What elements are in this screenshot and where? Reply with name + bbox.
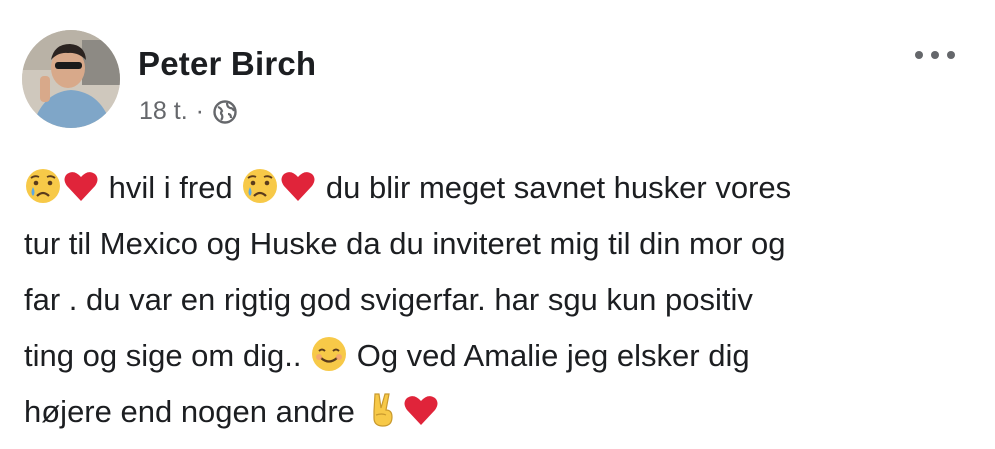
- post-text-segment: hvil i fred: [108, 170, 233, 205]
- more-options-button[interactable]: [910, 40, 960, 70]
- post-line-4: ting og sige om dig.. Og ved Amalie jeg …: [24, 328, 974, 384]
- post-text-segment: du blir meget savnet husker vores: [325, 170, 792, 205]
- avatar[interactable]: [22, 30, 120, 128]
- author-name[interactable]: Peter Birch: [138, 45, 316, 83]
- crying-face-emoji: [241, 167, 279, 205]
- red-heart-emoji: [402, 391, 440, 429]
- post-line-1: hvil i fred du blir meget savnet husker …: [24, 160, 974, 216]
- meta-separator: ·: [195, 97, 204, 125]
- red-heart-emoji: [279, 167, 317, 205]
- victory-hand-emoji: [364, 391, 402, 429]
- post-meta: 18 t. ·: [139, 97, 238, 126]
- facebook-post: Peter Birch 18 t. · hvil i fred du blir …: [0, 0, 995, 449]
- post-timestamp[interactable]: 18 t.: [139, 97, 188, 126]
- crying-face-emoji: [24, 167, 62, 205]
- post-text-segment: Og ved Amalie jeg elsker dig: [356, 338, 750, 373]
- red-heart-emoji: [62, 167, 100, 205]
- post-text-segment: højere end nogen andre: [24, 394, 355, 429]
- post-body: hvil i fred du blir meget savnet husker …: [24, 160, 974, 440]
- globe-icon[interactable]: [212, 99, 238, 125]
- avatar-image: [22, 30, 120, 128]
- more-horizontal-icon: [915, 51, 955, 59]
- smiling-face-emoji: [310, 335, 348, 373]
- post-line-5: højere end nogen andre: [24, 384, 974, 440]
- post-text-segment: ting og sige om dig..: [24, 338, 302, 373]
- post-line-2: tur til Mexico og Huske da du inviteret …: [24, 226, 786, 261]
- post-line-3: far . du var en rigtig god svigerfar. ha…: [24, 282, 753, 317]
